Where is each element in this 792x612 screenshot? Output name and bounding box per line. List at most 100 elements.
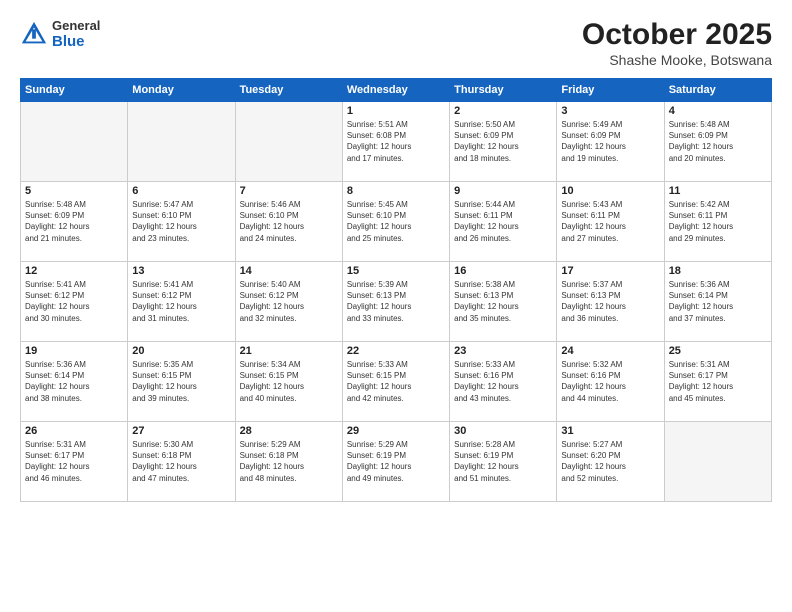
logo-icon — [20, 20, 48, 48]
day-info: Sunrise: 5:29 AM Sunset: 6:19 PM Dayligh… — [347, 439, 445, 484]
day-info: Sunrise: 5:45 AM Sunset: 6:10 PM Dayligh… — [347, 199, 445, 244]
day-info: Sunrise: 5:41 AM Sunset: 6:12 PM Dayligh… — [132, 279, 230, 324]
calendar-cell: 24Sunrise: 5:32 AM Sunset: 6:16 PM Dayli… — [557, 342, 664, 422]
day-number: 21 — [240, 345, 338, 357]
calendar-cell: 1Sunrise: 5:51 AM Sunset: 6:08 PM Daylig… — [342, 102, 449, 182]
calendar-cell: 15Sunrise: 5:39 AM Sunset: 6:13 PM Dayli… — [342, 262, 449, 342]
day-number: 22 — [347, 345, 445, 357]
day-info: Sunrise: 5:46 AM Sunset: 6:10 PM Dayligh… — [240, 199, 338, 244]
day-info: Sunrise: 5:41 AM Sunset: 6:12 PM Dayligh… — [25, 279, 123, 324]
day-number: 7 — [240, 185, 338, 197]
day-number: 30 — [454, 425, 552, 437]
day-info: Sunrise: 5:37 AM Sunset: 6:13 PM Dayligh… — [561, 279, 659, 324]
day-number: 4 — [669, 105, 767, 117]
calendar-week-row: 1Sunrise: 5:51 AM Sunset: 6:08 PM Daylig… — [21, 102, 772, 182]
day-info: Sunrise: 5:33 AM Sunset: 6:16 PM Dayligh… — [454, 359, 552, 404]
logo-area: General Blue — [20, 18, 100, 50]
title-area: October 2025 Shashe Mooke, Botswana — [582, 18, 772, 68]
day-number: 13 — [132, 265, 230, 277]
calendar-cell: 25Sunrise: 5:31 AM Sunset: 6:17 PM Dayli… — [664, 342, 771, 422]
day-info: Sunrise: 5:44 AM Sunset: 6:11 PM Dayligh… — [454, 199, 552, 244]
day-number: 29 — [347, 425, 445, 437]
col-sunday: Sunday — [21, 79, 128, 102]
day-number: 28 — [240, 425, 338, 437]
page: General Blue October 2025 Shashe Mooke, … — [0, 0, 792, 612]
day-number: 20 — [132, 345, 230, 357]
day-info: Sunrise: 5:50 AM Sunset: 6:09 PM Dayligh… — [454, 119, 552, 164]
logo-blue-text: Blue — [52, 33, 100, 50]
calendar-cell: 20 Sunrise: 5:35 AM Sunset: 6:15 PM Dayli… — [128, 342, 235, 422]
calendar-cell: 31 Sunrise: 5:27 AM Sunset: 6:20 PM Dayli… — [557, 422, 664, 502]
day-number: 17 — [561, 265, 659, 277]
calendar-cell: 12 Sunrise: 5:41 AM Sunset: 6:12 PM Dayli… — [21, 262, 128, 342]
day-info: Sunrise: 5:43 AM Sunset: 6:11 PM Dayligh… — [561, 199, 659, 244]
day-info: Sunrise: 5:34 AM Sunset: 6:15 PM Dayligh… — [240, 359, 338, 404]
calendar-cell: 17 Sunrise: 5:37 AM Sunset: 6:13 PM Dayli… — [557, 262, 664, 342]
calendar-week-row: 12 Sunrise: 5:41 AM Sunset: 6:12 PM Dayli… — [21, 262, 772, 342]
day-number: 10 — [561, 185, 659, 197]
day-number: 26 — [25, 425, 123, 437]
col-monday: Monday — [128, 79, 235, 102]
calendar-cell — [235, 102, 342, 182]
col-wednesday: Wednesday — [342, 79, 449, 102]
calendar: Sunday Monday Tuesday Wednesday Thursday… — [20, 78, 772, 502]
col-thursday: Thursday — [450, 79, 557, 102]
day-number: 19 — [25, 345, 123, 357]
calendar-cell: 11 Sunrise: 5:42 AM Sunset: 6:11 PM Dayli… — [664, 182, 771, 262]
day-number: 16 — [454, 265, 552, 277]
calendar-cell: 6 Sunrise: 5:47 AM Sunset: 6:10 PM Daylig… — [128, 182, 235, 262]
calendar-cell: 19 Sunrise: 5:36 AM Sunset: 6:14 PM Dayli… — [21, 342, 128, 422]
day-info: Sunrise: 5:48 AM Sunset: 6:09 PM Dayligh… — [669, 119, 767, 164]
calendar-cell: 22 Sunrise: 5:33 AM Sunset: 6:15 PM Dayli… — [342, 342, 449, 422]
day-info: Sunrise: 5:30 AM Sunset: 6:18 PM Dayligh… — [132, 439, 230, 484]
calendar-cell: 3Sunrise: 5:49 AM Sunset: 6:09 PM Daylig… — [557, 102, 664, 182]
day-number: 25 — [669, 345, 767, 357]
calendar-cell: 5Sunrise: 5:48 AM Sunset: 6:09 PM Daylig… — [21, 182, 128, 262]
day-number: 31 — [561, 425, 659, 437]
calendar-cell: 21 Sunrise: 5:34 AM Sunset: 6:15 PM Dayli… — [235, 342, 342, 422]
calendar-cell: 26 Sunrise: 5:31 AM Sunset: 6:17 PM Dayli… — [21, 422, 128, 502]
calendar-cell: 18 Sunrise: 5:36 AM Sunset: 6:14 PM Dayli… — [664, 262, 771, 342]
calendar-week-row: 19 Sunrise: 5:36 AM Sunset: 6:14 PM Dayli… — [21, 342, 772, 422]
day-info: Sunrise: 5:28 AM Sunset: 6:19 PM Dayligh… — [454, 439, 552, 484]
day-info: Sunrise: 5:31 AM Sunset: 6:17 PM Dayligh… — [25, 439, 123, 484]
day-number: 24 — [561, 345, 659, 357]
calendar-cell: 23Sunrise: 5:33 AM Sunset: 6:16 PM Dayli… — [450, 342, 557, 422]
day-info: Sunrise: 5:29 AM Sunset: 6:18 PM Dayligh… — [240, 439, 338, 484]
day-info: Sunrise: 5:35 AM Sunset: 6:15 PM Dayligh… — [132, 359, 230, 404]
calendar-cell: 9Sunrise: 5:44 AM Sunset: 6:11 PM Daylig… — [450, 182, 557, 262]
calendar-week-row: 26 Sunrise: 5:31 AM Sunset: 6:17 PM Dayli… — [21, 422, 772, 502]
day-number: 18 — [669, 265, 767, 277]
day-info: Sunrise: 5:40 AM Sunset: 6:12 PM Dayligh… — [240, 279, 338, 324]
day-number: 15 — [347, 265, 445, 277]
calendar-cell: 10 Sunrise: 5:43 AM Sunset: 6:11 PM Dayli… — [557, 182, 664, 262]
day-info: Sunrise: 5:27 AM Sunset: 6:20 PM Dayligh… — [561, 439, 659, 484]
day-number: 12 — [25, 265, 123, 277]
col-tuesday: Tuesday — [235, 79, 342, 102]
day-info: Sunrise: 5:48 AM Sunset: 6:09 PM Dayligh… — [25, 199, 123, 244]
day-number: 1 — [347, 105, 445, 117]
day-number: 27 — [132, 425, 230, 437]
calendar-cell — [128, 102, 235, 182]
calendar-cell: 16Sunrise: 5:38 AM Sunset: 6:13 PM Dayli… — [450, 262, 557, 342]
calendar-cell: 30 Sunrise: 5:28 AM Sunset: 6:19 PM Dayli… — [450, 422, 557, 502]
day-number: 3 — [561, 105, 659, 117]
calendar-cell: 13 Sunrise: 5:41 AM Sunset: 6:12 PM Dayli… — [128, 262, 235, 342]
col-friday: Friday — [557, 79, 664, 102]
day-info: Sunrise: 5:47 AM Sunset: 6:10 PM Dayligh… — [132, 199, 230, 244]
day-info: Sunrise: 5:36 AM Sunset: 6:14 PM Dayligh… — [669, 279, 767, 324]
location: Shashe Mooke, Botswana — [582, 52, 772, 68]
calendar-cell: 2Sunrise: 5:50 AM Sunset: 6:09 PM Daylig… — [450, 102, 557, 182]
calendar-cell: 29 Sunrise: 5:29 AM Sunset: 6:19 PM Dayli… — [342, 422, 449, 502]
day-info: Sunrise: 5:36 AM Sunset: 6:14 PM Dayligh… — [25, 359, 123, 404]
month-title: October 2025 — [582, 18, 772, 52]
day-number: 8 — [347, 185, 445, 197]
day-number: 6 — [132, 185, 230, 197]
day-number: 11 — [669, 185, 767, 197]
calendar-cell: 7 Sunrise: 5:46 AM Sunset: 6:10 PM Daylig… — [235, 182, 342, 262]
day-info: Sunrise: 5:42 AM Sunset: 6:11 PM Dayligh… — [669, 199, 767, 244]
calendar-cell: 14Sunrise: 5:40 AM Sunset: 6:12 PM Dayli… — [235, 262, 342, 342]
day-info: Sunrise: 5:33 AM Sunset: 6:15 PM Dayligh… — [347, 359, 445, 404]
calendar-week-row: 5Sunrise: 5:48 AM Sunset: 6:09 PM Daylig… — [21, 182, 772, 262]
calendar-cell: 28 Sunrise: 5:29 AM Sunset: 6:18 PM Dayli… — [235, 422, 342, 502]
